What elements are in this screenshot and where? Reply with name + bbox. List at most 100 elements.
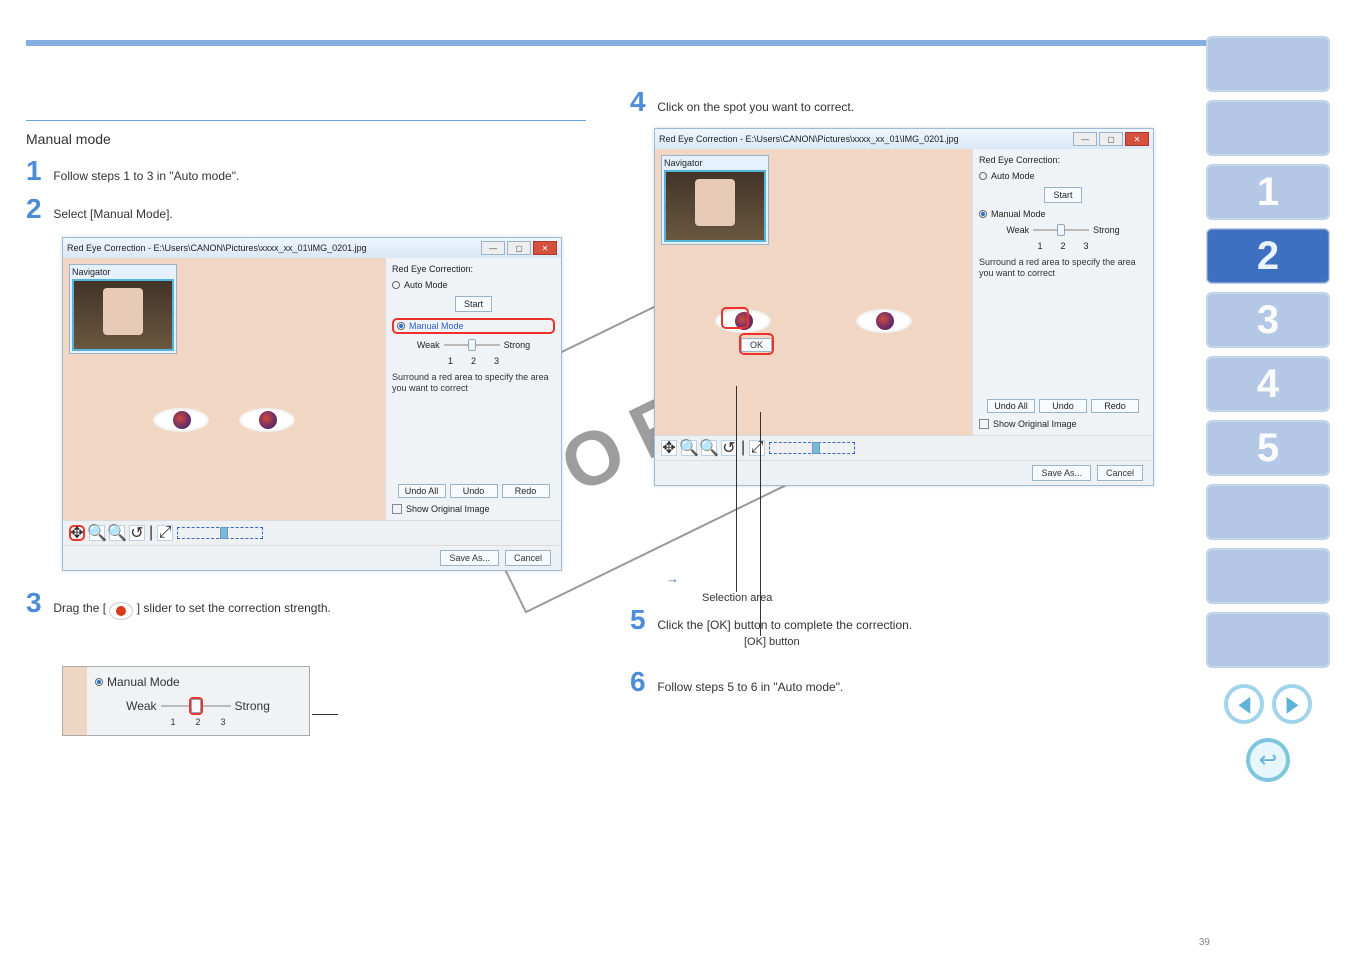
step-3-number: 3 [26,587,50,619]
hint-text: Surround a red area to specify the area … [392,372,555,394]
sidebar-item-intro[interactable] [1206,36,1330,92]
back-button[interactable]: ↩ [1246,738,1290,782]
hand-tool-icon[interactable]: ✥ [69,525,85,541]
radio2-manual[interactable]: Manual Mode [979,209,1147,219]
hint-2: Surround a red area to specify the area … [979,257,1147,279]
mini-strong-label: Strong [235,699,270,713]
show-original-label: Show Original Image [406,504,490,514]
navigator-label-2: Navigator [664,158,703,168]
sidebar-item-index[interactable] [1206,612,1330,668]
thumb-2[interactable] [1057,224,1065,236]
zoom-in-icon[interactable]: 🔍 [89,525,105,541]
redo-2[interactable]: Redo [1091,399,1139,413]
sidebar-item-ch1[interactable]: 1 [1206,164,1330,220]
navigator-panel-2: Navigator [661,155,769,245]
dialog-toolbar: ✥ 🔍 🔍 ↺ | ⤢ [63,520,561,545]
undo-row-2: Undo All Undo Redo [979,399,1147,413]
fit-icon[interactable]: ⤢ [157,525,173,541]
sidebar-item-ref[interactable] [1206,484,1330,540]
sidebar-item-ch4[interactable]: 4 [1206,356,1330,412]
start-button[interactable]: Start [455,296,492,312]
sidebar-item-pref[interactable] [1206,548,1330,604]
radio-manual-mode[interactable]: Manual Mode [392,318,555,334]
radio2-auto[interactable]: Auto Mode [979,171,1147,181]
scale-2: 1 2 3 [979,241,1147,251]
save-as-button[interactable]: Save As... [440,550,499,566]
max-button-2[interactable]: ▢ [1099,132,1123,146]
dialog-image-area[interactable]: Navigator [63,258,386,520]
radio-auto-label: Auto Mode [404,280,448,290]
navigator-thumb-2[interactable] [664,170,766,242]
radio-auto-mode[interactable]: Auto Mode [392,280,555,290]
scale-3: 3 [494,356,499,366]
revert-2[interactable]: ↺ [721,440,737,456]
window-buttons-2: — ▢ ✕ [1073,132,1149,146]
step-3-pre: Drag the [ [53,601,106,615]
start-button-2[interactable]: Start [1044,187,1081,203]
panel-title: Red Eye Correction: [392,264,555,274]
zoom-out-2[interactable]: 🔍 [701,440,717,456]
show-original-checkbox[interactable]: Show Original Image [392,504,555,514]
mini-manual-panel: Manual Mode Weak Strong 1 2 3 [62,666,310,736]
page-root: COPY Manual mode 1 Follow steps 1 to 3 i… [0,0,1350,954]
sidebar-item-contents[interactable] [1206,100,1330,156]
navigator-thumb[interactable] [72,279,174,351]
undo-2[interactable]: Undo [1039,399,1087,413]
strength-track[interactable] [444,344,500,346]
undo-all-button[interactable]: Undo All [398,484,446,498]
sidebar-item-ch2[interactable]: 2 [1206,228,1330,284]
min-button[interactable]: — [481,241,505,255]
max-button[interactable]: ▢ [507,241,531,255]
mini-thumb[interactable] [191,699,201,713]
dialog-titlebar: Red Eye Correction - E:\Users\CANON\Pict… [63,238,561,258]
ok-ring: OK [739,333,774,355]
header-rule [26,40,1324,46]
arrow-hint: → [666,572,679,587]
step-3-post: ] slider to set the correction strength. [137,601,331,615]
next-page-button[interactable]: ▶ [1272,684,1312,724]
sidebar-item-ch3[interactable]: 3 [1206,292,1330,348]
mini-track[interactable] [161,705,231,707]
zoom-slider-2[interactable] [769,442,855,454]
navigator-label: Navigator [72,267,111,277]
sidebar-item-ch5[interactable]: 5 [1206,420,1330,476]
step-1: 1 Follow steps 1 to 3 in "Auto mode". [26,155,586,187]
show-original-2[interactable]: Show Original Image [979,419,1147,429]
strength-scale: 1 2 3 [392,356,555,366]
hand-tool-2[interactable]: ✥ [661,440,677,456]
prev-page-button[interactable]: ◀ [1224,684,1264,724]
zoom-slider-thumb[interactable] [220,527,228,539]
zoom-slider[interactable] [177,527,263,539]
fit-2[interactable]: ⤢ [749,440,765,456]
dialog2-footer: Save As... Cancel [655,460,1153,485]
cancel-2[interactable]: Cancel [1097,465,1143,481]
min-button-2[interactable]: — [1073,132,1097,146]
revert-icon[interactable]: ↺ [129,525,145,541]
step-5-number: 5 [630,604,654,636]
close-button[interactable]: ✕ [533,241,557,255]
mini-weak-label: Weak [126,699,156,713]
step-2-number: 2 [26,193,50,225]
mini-radio-manual[interactable]: Manual Mode [95,675,301,689]
undo-button[interactable]: Undo [450,484,498,498]
dialog2-image-area[interactable]: Navigator OK [655,149,973,435]
zoom-out-icon[interactable]: 🔍 [109,525,125,541]
panel2-title: Red Eye Correction: [979,155,1147,165]
arrow-icon: → [666,571,679,586]
cancel-button[interactable]: Cancel [505,550,551,566]
zoom-in-2[interactable]: 🔍 [681,440,697,456]
step-4: 4 Click on the spot you want to correct. [630,86,1170,118]
step-6-number: 6 [630,666,654,698]
strength-thumb[interactable] [468,339,476,351]
ok-button-overlay[interactable]: OK [741,338,772,352]
track-2[interactable] [1033,229,1089,231]
redeye-slider-icon [109,602,133,620]
close-button-2[interactable]: ✕ [1125,132,1149,146]
dialog-step4: Red Eye Correction - E:\Users\CANON\Pict… [654,128,1154,486]
save-as-2[interactable]: Save As... [1032,465,1091,481]
zoom-thumb-2[interactable] [812,442,820,454]
header-area [0,0,1350,46]
selection-ring [721,307,749,329]
redo-button[interactable]: Redo [502,484,550,498]
undo-all-2[interactable]: Undo All [987,399,1035,413]
